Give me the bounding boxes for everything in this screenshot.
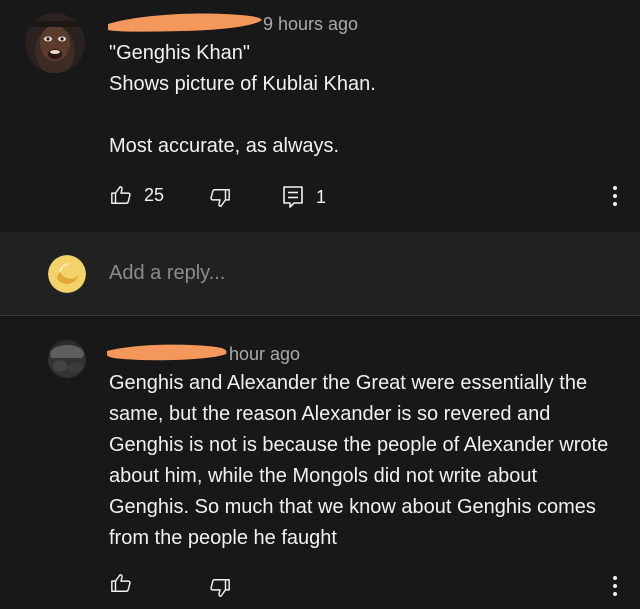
more-options-button[interactable] <box>609 184 621 208</box>
redacted-username <box>108 13 262 32</box>
redacted-username <box>107 344 227 361</box>
comment-body: Genghis and Alexander the Great were ess… <box>109 372 614 549</box>
comment-timestamp: 9 hours ago <box>263 14 359 34</box>
user-avatar <box>48 255 86 293</box>
comment-body: "Genghis Khan" Shows picture of Kublai K… <box>109 42 376 157</box>
commenter-avatar[interactable] <box>48 340 86 378</box>
like-count: 25 <box>144 184 165 205</box>
comment-timestamp: hour ago <box>229 344 301 364</box>
reply-input[interactable]: Add a reply... <box>109 262 225 285</box>
reply-icon <box>282 185 304 209</box>
reply-button[interactable]: 1 <box>282 185 326 209</box>
dislike-button[interactable] <box>209 187 231 209</box>
like-button[interactable] <box>110 572 132 594</box>
commenter-avatar[interactable] <box>25 13 85 73</box>
like-button[interactable]: 25 <box>110 184 164 206</box>
thumbs-up-icon <box>110 184 132 206</box>
comments-screen: 9 hours ago "Genghis Khan" Shows picture… <box>0 0 640 609</box>
more-options-icon <box>613 576 617 596</box>
dislike-button[interactable] <box>209 577 231 599</box>
reply-count: 1 <box>316 186 327 207</box>
thumbs-down-icon <box>209 577 231 599</box>
more-options-button[interactable] <box>609 574 621 598</box>
more-options-icon <box>613 186 617 206</box>
reply-composer <box>0 232 640 316</box>
thumbs-down-icon <box>209 187 231 209</box>
thumbs-up-icon <box>110 572 132 594</box>
